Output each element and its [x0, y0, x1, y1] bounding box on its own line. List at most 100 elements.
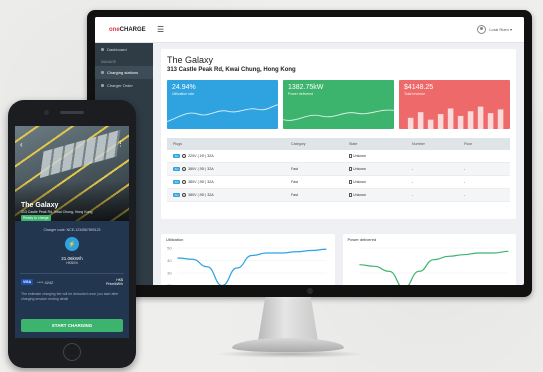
plug-type-badge: AC [173, 193, 181, 197]
column-header: State [349, 142, 358, 146]
power-chart-card: Power delivered [342, 234, 516, 285]
plug-type-badge: AC [173, 180, 181, 184]
start-charging-button[interactable]: START CHARGING [21, 319, 123, 332]
phone-screen: ‹ ⋮ The Galaxy 313 Castle Peak Rd, Kwai … [15, 126, 129, 338]
sidebar-item-charging-stations[interactable]: Charging stations [95, 66, 153, 79]
series-line [358, 250, 508, 285]
plug-spec: 380V | 3Φ | 32A [188, 193, 214, 197]
kpi-label: Power delivered [288, 92, 314, 96]
brand-logo[interactable]: oneCHARGE [95, 27, 153, 33]
state-text: Unkown [353, 153, 366, 158]
more-icon[interactable]: ⋮ [117, 140, 124, 148]
kpi-sparkline [167, 104, 278, 122]
state-cell: Unkown [349, 179, 412, 185]
chart-title: Utilization [166, 237, 184, 242]
order-icon [101, 84, 104, 87]
category-cell: Fast [291, 193, 298, 197]
kpi-tile-utilization: 24.94% Utilization rate [167, 80, 278, 129]
plug-type-badge: AC [173, 154, 181, 158]
dashboard-icon [101, 48, 104, 51]
chart-cards: Utilization 1020304050 Power delivered [161, 234, 516, 285]
status-badge: Ready to charge [21, 215, 51, 221]
state-cell: Unkown [349, 153, 412, 159]
kpi-value: $4148.25 [404, 84, 434, 91]
table-row[interactable]: AC 220V | 1Φ | 32A Unkown [167, 150, 510, 163]
monitor-logo [306, 288, 313, 294]
home-button[interactable] [63, 343, 81, 361]
plug-spec: 220V | 1Φ | 32A [188, 154, 214, 158]
plug-icon [182, 193, 187, 197]
site-card: The Galaxy 313 Castle Peak Rd, Kwai Chun… [161, 49, 516, 219]
sidebar-item-label: Charger Order [107, 83, 133, 88]
plug-icon [182, 180, 187, 184]
number-cell: - [412, 180, 414, 184]
plug-spec: 380V | 3Φ | 32A [188, 167, 214, 171]
station-address: 313 Castle Peak Rd, Kwai Chung, Hong Kon… [21, 210, 93, 214]
plug-cell: AC 220V | 1Φ | 32A [173, 154, 291, 158]
plug-type-badge: AC [173, 167, 181, 171]
state-cell: Unkown [349, 167, 412, 172]
page-title: The Galaxy [167, 55, 214, 65]
plug-icon [182, 154, 187, 158]
price-unit: Price/kW/h [106, 282, 123, 287]
sidebar-item-label: Dashboard [107, 47, 127, 52]
desktop-monitor: oneCHARGE ☰ Lorai Ruen ▾ Dashboard MANAG… [87, 10, 532, 297]
column-header: Category [291, 142, 306, 146]
kpi-tiles: 24.94% Utilization rate 1382.75kW Power … [167, 80, 510, 129]
floor-cell: - [464, 180, 466, 184]
sidebar-item-charger-order[interactable]: Charger Order [95, 79, 153, 92]
monitor-stand-neck [258, 297, 318, 341]
state-text: Unkown [353, 192, 366, 197]
hamburger-icon[interactable]: ☰ [157, 25, 164, 34]
state-icon [349, 193, 352, 198]
user-menu[interactable]: Lorai Ruen ▾ [477, 25, 512, 34]
kpi-tile-revenue: $4148.25 Total revenue [399, 80, 510, 129]
charger-code: Charger code: NCE-1234567890123 [43, 228, 101, 232]
kpi-label: Total revenue [404, 92, 426, 96]
table-row[interactable]: AC 380V | 3Φ | 32A Fast Unkown - - [167, 176, 510, 189]
kpi-value: 24.94% [172, 84, 196, 91]
phone-body: Charger code: NCE-1234567890123 ⚡ 21.06k… [15, 223, 129, 338]
speaker-grille [60, 111, 84, 114]
column-header: Floor [464, 142, 473, 146]
parked-cars [39, 129, 121, 179]
floor-cell: - [464, 193, 466, 197]
avatar [477, 25, 487, 34]
stations-table: Plugs Category State Number Floor AC 220V… [167, 138, 510, 202]
sidebar-item-dashboard[interactable]: Dashboard [95, 43, 153, 56]
kpi-tile-power: 1382.75kW Power delivered [283, 80, 394, 129]
divider [20, 273, 124, 274]
site-address: 313 Castle Peak Rd, Kwai Chung, Hong Kon… [167, 67, 296, 73]
plug-spec: 380V | 3Φ | 32A [188, 180, 214, 184]
category-cell: Fast [291, 167, 298, 171]
visa-icon: VISA [21, 279, 34, 286]
smartphone: ‹ ⋮ The Galaxy 313 Castle Peak Rd, Kwai … [8, 100, 136, 368]
sidebar-item-label: Charging stations [107, 70, 139, 75]
utilization-chart: 1020304050 [167, 246, 327, 285]
monitor-stand-base [232, 338, 344, 352]
top-bar: oneCHARGE ☰ Lorai Ruen ▾ [95, 17, 524, 43]
kpi-sparkline [283, 109, 394, 121]
desktop-screen: oneCHARGE ☰ Lorai Ruen ▾ Dashboard MANAG… [95, 17, 524, 285]
state-text: Unkown [353, 179, 366, 184]
table-row[interactable]: AC 380V | 3Φ | 32A Fast Unkown - - [167, 189, 510, 202]
back-arrow-icon[interactable]: ‹ [20, 140, 23, 149]
y-tick-label: 40 [167, 258, 172, 263]
bolt-icon: ⚡ [65, 237, 79, 251]
fee-note: The estimate charging fee will be deduct… [21, 292, 119, 301]
payment-method[interactable]: VISA **** 4242 HK$ Price/kW/h [15, 278, 129, 286]
y-tick-label: 30 [167, 271, 172, 276]
column-header: Plugs [173, 142, 182, 146]
user-name: Lorai Ruen ▾ [489, 27, 512, 32]
price-info: HK$ Price/kW/h [106, 278, 123, 286]
state-icon [349, 167, 352, 172]
category-cell: Fast [291, 180, 298, 184]
kpi-value: 1382.75kW [288, 84, 324, 91]
y-tick-label: 20 [167, 283, 172, 285]
sidebar-section-label: MANAGE [101, 60, 117, 64]
chart-title: Power delivered [347, 237, 377, 242]
plug-cell: AC 380V | 3Φ | 32A [173, 180, 291, 184]
y-tick-label: 50 [167, 246, 172, 251]
table-row[interactable]: AC 380V | 3Φ | 32A Fast Unkown - - [167, 163, 510, 176]
kpi-label: Utilization rate [172, 92, 195, 96]
